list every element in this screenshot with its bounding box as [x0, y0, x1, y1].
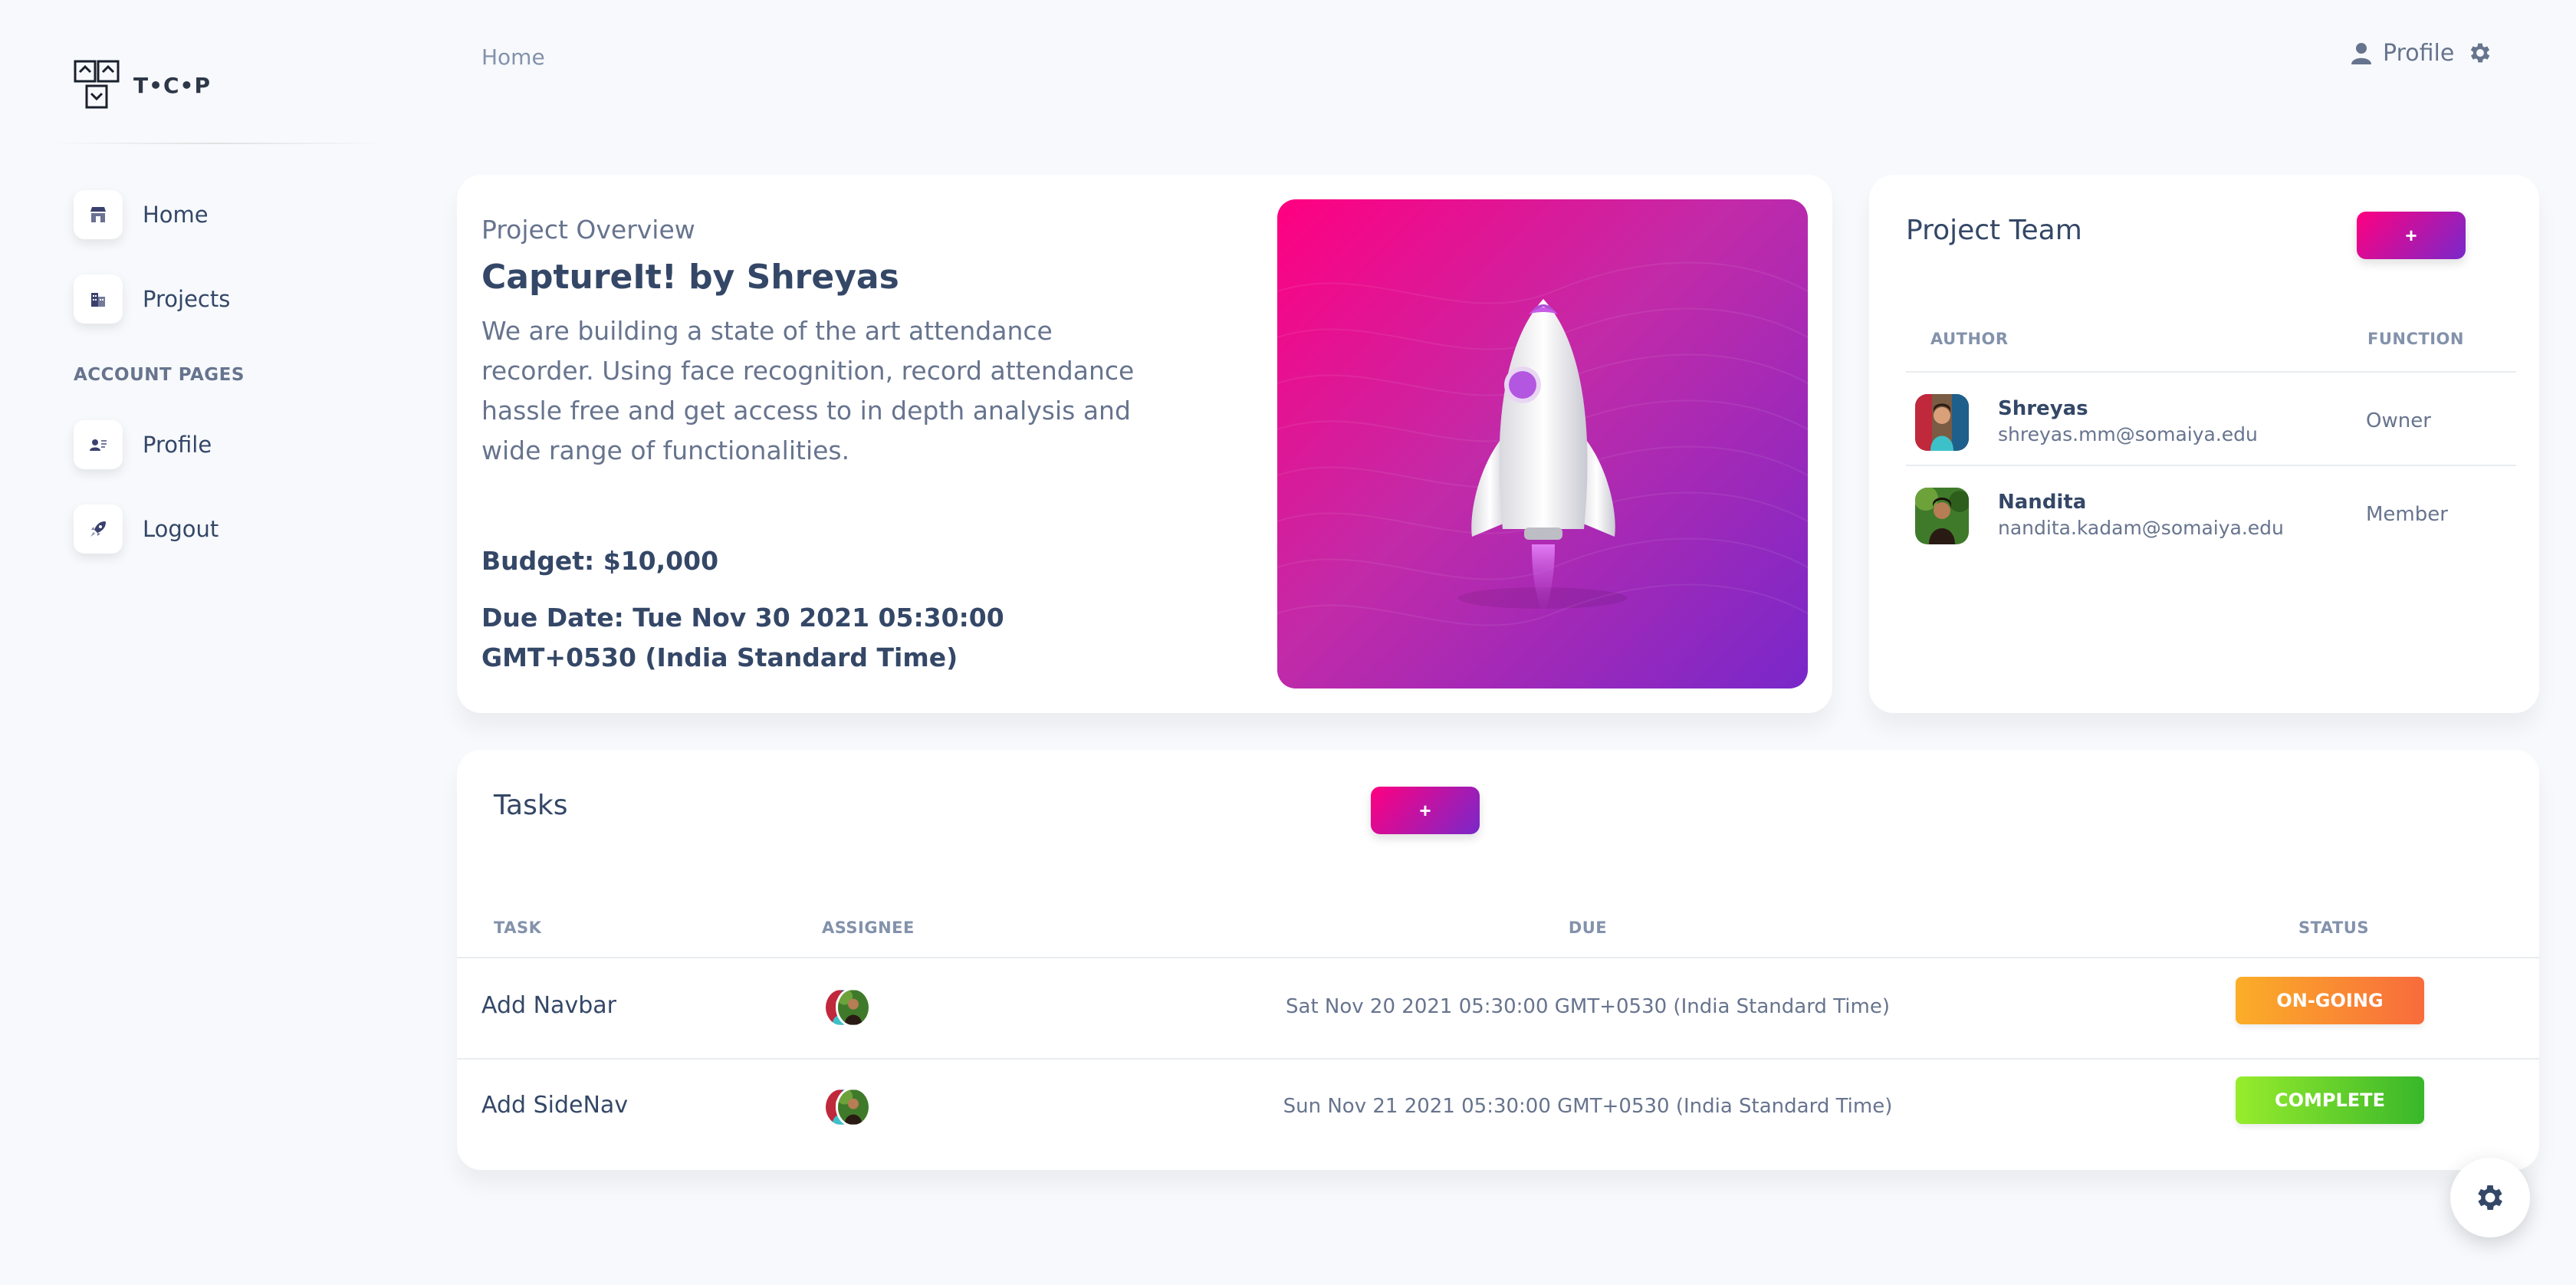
nav-icon-box [74, 274, 123, 324]
status-badge: COMPLETE [2236, 1076, 2424, 1124]
logo-text: T•C•P [133, 72, 211, 98]
overview-subtitle: Project Overview [481, 215, 695, 245]
sidebar-item-label: Logout [143, 516, 219, 542]
team-title: Project Team [1906, 215, 2082, 246]
profile-card-icon [90, 439, 107, 451]
sidebar-item-label: Projects [143, 286, 231, 312]
sidebar-item-label: Home [143, 202, 209, 228]
logo-icon [74, 60, 120, 109]
user-icon [2351, 42, 2371, 64]
add-task-button[interactable]: + [1371, 787, 1480, 834]
project-title: CaptureIt! by Shreyas [481, 258, 899, 297]
project-budget: Budget: $10,000 [481, 546, 719, 576]
section-heading-account-pages: ACCOUNT PAGES [74, 365, 245, 385]
project-team-card: Project Team + AUTHOR FUNCTION Shreyas s… [1869, 175, 2539, 713]
task-row[interactable]: Add Navbar Sat Nov 20 2021 05:30:00 GMT+… [457, 958, 2539, 1058]
rocket-icon [1471, 299, 1615, 621]
sidebar-item-profile[interactable]: Profile [74, 420, 212, 469]
header-profile-link[interactable]: Profile [2351, 40, 2454, 67]
tasks-card: Tasks + TASK ASSIGNEE DUE STATUS Add Nav… [457, 750, 2539, 1170]
sidebar-item-label: Profile [143, 432, 212, 458]
column-header-status: STATUS [2298, 919, 2369, 937]
nav-icon-box [74, 190, 123, 239]
avatar-photo [1915, 394, 1969, 451]
gear-icon [2478, 1185, 2502, 1210]
column-header-due: DUE [1568, 919, 1608, 937]
breadcrumb[interactable]: Home [481, 44, 545, 70]
project-description: We are building a state of the art atten… [481, 316, 1135, 465]
team-member-row[interactable]: Shreyas shreyas.mm@somaiya.edu Owner [1915, 382, 2513, 458]
add-team-member-button[interactable]: + [2357, 212, 2466, 259]
tasks-title: Tasks [494, 790, 568, 821]
configurator-button[interactable] [2450, 1158, 2530, 1237]
project-rocket-illustration [1277, 199, 1808, 689]
avatar [1915, 488, 1969, 544]
nav-icon-box [74, 420, 123, 469]
avatar [1915, 394, 1969, 451]
project-overview-card: Project Overview CaptureIt! by Shreyas W… [457, 175, 1832, 713]
office-icon [91, 293, 105, 307]
member-function: Owner [2366, 409, 2431, 432]
member-function: Member [2366, 503, 2448, 526]
sidebar-divider [49, 143, 386, 144]
sidebar-item-home[interactable]: Home [74, 190, 209, 239]
nav-icon-box [74, 504, 123, 554]
header-profile-label: Profile [2383, 40, 2455, 67]
member-name: Nandita [1998, 491, 2087, 514]
brand-logo[interactable]: T•C•P [74, 60, 211, 110]
member-email: shreyas.mm@somaiya.edu [1998, 423, 2258, 445]
team-member-row[interactable]: Nandita nandita.kadam@somaiya.edu Member [1915, 475, 2513, 552]
gear-icon[interactable] [2467, 40, 2493, 66]
status-badge: ON-GOING [2236, 977, 2424, 1024]
member-email: nandita.kadam@somaiya.edu [1998, 517, 2284, 539]
project-due-date: Due Date: Tue Nov 30 2021 05:30:00 GMT+0… [481, 603, 1004, 672]
sidebar: T•C•P Home Projects ACCOUNT PAGES Profil… [0, 0, 414, 1285]
sidebar-item-projects[interactable]: Projects [74, 274, 230, 324]
divider [1906, 465, 2516, 466]
avatar-photo [1915, 488, 1969, 544]
column-header-function: FUNCTION [2367, 330, 2464, 348]
divider [1906, 371, 2516, 373]
member-name: Shreyas [1998, 397, 2088, 420]
rocket-icon [90, 521, 106, 537]
shop-icon [90, 207, 106, 222]
task-row[interactable]: Add SideNav Sun Nov 21 2021 05:30:00 GMT… [457, 1058, 2539, 1158]
sidebar-item-logout[interactable]: Logout [74, 504, 219, 554]
column-header-author: AUTHOR [1930, 330, 2009, 348]
